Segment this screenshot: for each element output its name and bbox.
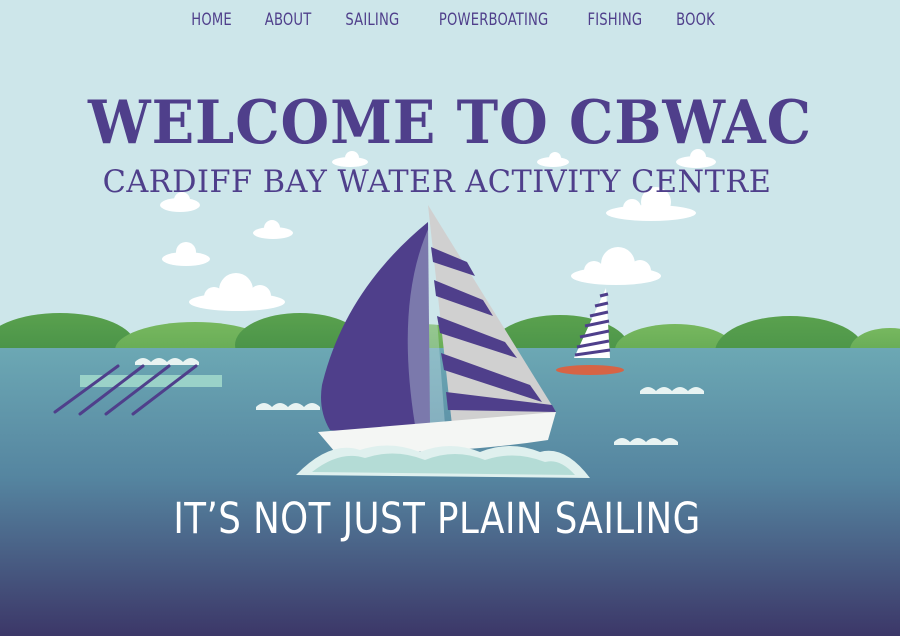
nav-sailing[interactable]: SAILING — [346, 10, 400, 30]
page-subtitle: CARDIFF BAY WATER ACTIVITY CENTRE — [102, 164, 772, 200]
nav-book[interactable]: BOOK — [676, 10, 715, 30]
main-nav: HOME ABOUT SAILING POWERBOATING FISHING … — [0, 10, 900, 30]
nav-home[interactable]: HOME — [191, 10, 232, 30]
nav-about[interactable]: ABOUT — [265, 10, 312, 30]
tagline: IT’S NOT JUST PLAIN SAILING — [173, 494, 701, 544]
page-title: WELCOME TO CBWAC — [87, 88, 812, 158]
nav-fishing[interactable]: FISHING — [588, 10, 643, 30]
nav-powerboating[interactable]: POWERBOATING — [439, 10, 548, 30]
